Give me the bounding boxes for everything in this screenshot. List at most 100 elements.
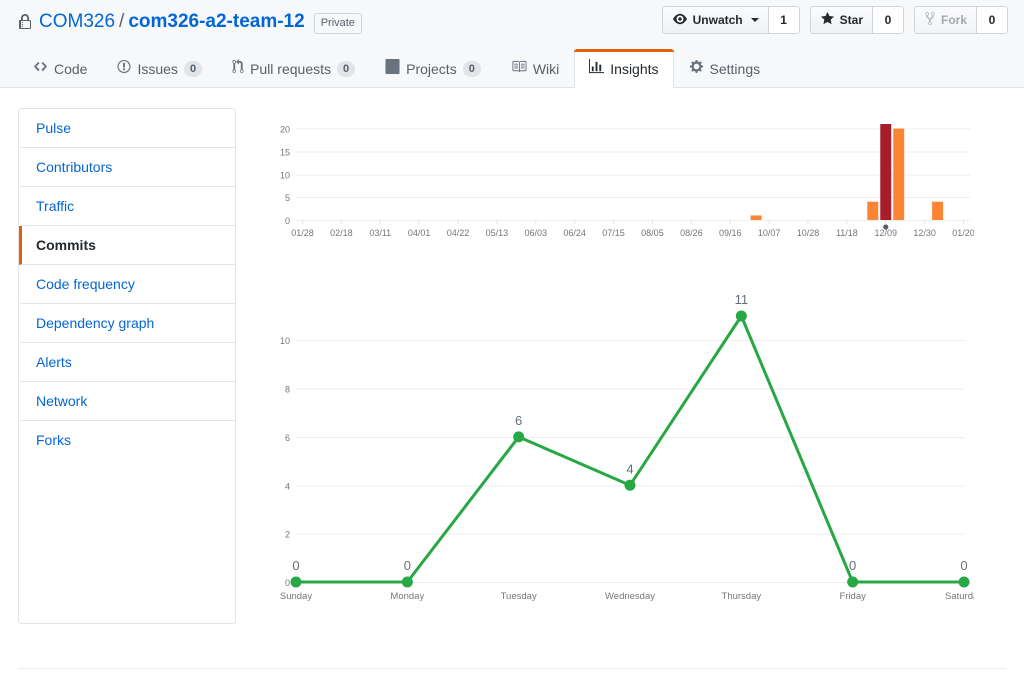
svg-text:04/01: 04/01 — [408, 228, 431, 238]
svg-text:08/05: 08/05 — [641, 228, 664, 238]
watch-button-group: Unwatch 1 — [662, 6, 800, 34]
pull-requests-count: 0 — [337, 61, 355, 77]
svg-text:0: 0 — [285, 578, 290, 588]
svg-text:02/18: 02/18 — [330, 228, 353, 238]
star-button[interactable]: Star — [810, 6, 873, 34]
svg-text:10: 10 — [280, 170, 290, 180]
fork-button-group: Fork 0 — [914, 6, 1008, 34]
commits-data-point[interactable] — [959, 577, 970, 588]
code-icon — [33, 59, 48, 78]
commits-per-week-svg[interactable]: 0510152001/2802/1803/1104/0104/2205/1306… — [264, 112, 974, 252]
tab-pull-requests-label: Pull requests — [250, 60, 331, 78]
footer-divider — [18, 668, 1006, 669]
tab-issues[interactable]: Issues 0 — [102, 49, 217, 88]
data-point-label: 0 — [404, 558, 411, 573]
unwatch-button[interactable]: Unwatch — [662, 6, 769, 34]
tab-code-label: Code — [54, 60, 87, 78]
svg-text:01/28: 01/28 — [291, 228, 314, 238]
data-point-label: 0 — [292, 558, 299, 573]
commits-data-point[interactable] — [291, 577, 302, 588]
svg-text:03/11: 03/11 — [369, 228, 391, 238]
commits-per-week-chart[interactable]: 0510152001/2802/1803/1104/0104/2205/1306… — [264, 112, 1006, 252]
repo-owner-link[interactable]: COM326 — [39, 10, 115, 34]
svg-text:4: 4 — [285, 481, 290, 491]
day-axis-label: Wednesday — [605, 591, 655, 602]
data-point-label: 0 — [960, 558, 967, 573]
commit-week-bar[interactable] — [893, 129, 904, 220]
svg-text:11/18: 11/18 — [836, 228, 858, 238]
commits-data-point[interactable] — [402, 577, 413, 588]
day-axis-label: Friday — [839, 591, 866, 602]
sidebar-item-contributors[interactable]: Contributors — [19, 148, 235, 187]
breadcrumb: COM326 / com326-a2-team-12 Private — [18, 10, 362, 34]
commit-week-bar[interactable] — [867, 202, 878, 220]
star-button-group: Star 0 — [810, 6, 904, 34]
day-axis-label: Sunday — [280, 591, 312, 602]
svg-text:15: 15 — [280, 147, 290, 157]
star-count[interactable]: 0 — [873, 6, 904, 34]
sidebar-item-commits[interactable]: Commits — [19, 226, 235, 265]
tab-projects-label: Projects — [406, 60, 457, 78]
svg-text:2: 2 — [285, 530, 290, 540]
svg-text:12/30: 12/30 — [913, 228, 936, 238]
fork-icon — [924, 11, 936, 29]
repo-name-link[interactable]: com326-a2-team-12 — [128, 10, 304, 34]
fork-button-label: Fork — [941, 13, 967, 27]
watcher-count[interactable]: 1 — [769, 6, 800, 34]
commits-data-point[interactable] — [736, 311, 747, 322]
star-button-label: Star — [840, 13, 863, 27]
commit-week-bar[interactable] — [751, 215, 762, 220]
svg-text:07/15: 07/15 — [602, 228, 625, 238]
svg-text:01/20: 01/20 — [952, 228, 974, 238]
fork-count[interactable]: 0 — [977, 6, 1008, 34]
sidebar-item-network[interactable]: Network — [19, 382, 235, 421]
repo-header: COM326 / com326-a2-team-12 Private Unwat… — [0, 0, 1024, 88]
commits-per-day-svg[interactable]: 024681000641100SundayMondayTuesdayWednes… — [264, 294, 974, 624]
commits-data-point[interactable] — [847, 577, 858, 588]
day-axis-label: Saturday — [945, 591, 974, 602]
lock-icon — [18, 14, 32, 30]
commits-data-point[interactable] — [625, 480, 636, 491]
day-axis-label: Monday — [390, 591, 424, 602]
svg-text:06/03: 06/03 — [525, 228, 548, 238]
tab-code[interactable]: Code — [18, 49, 102, 88]
tab-wiki[interactable]: Wiki — [496, 49, 574, 88]
svg-text:10/07: 10/07 — [758, 228, 781, 238]
fork-button[interactable]: Fork — [914, 6, 977, 34]
project-icon — [385, 59, 400, 78]
tab-pull-requests[interactable]: Pull requests 0 — [217, 49, 370, 88]
tab-settings[interactable]: Settings — [674, 49, 776, 88]
sidebar-item-dependency-graph[interactable]: Dependency graph — [19, 304, 235, 343]
data-point-label: 11 — [735, 294, 749, 307]
tab-insights-label: Insights — [610, 60, 658, 78]
commits-line — [296, 316, 964, 582]
data-point-label: 0 — [849, 558, 856, 573]
graph-icon — [589, 59, 604, 78]
sidebar-item-code-frequency[interactable]: Code frequency — [19, 265, 235, 304]
svg-text:09/16: 09/16 — [719, 228, 742, 238]
sidebar-item-forks[interactable]: Forks — [19, 421, 235, 459]
svg-text:5: 5 — [285, 193, 290, 203]
sidebar-item-alerts[interactable]: Alerts — [19, 343, 235, 382]
svg-text:12/09: 12/09 — [874, 228, 897, 238]
commits-per-day-chart[interactable]: 024681000641100SundayMondayTuesdayWednes… — [264, 294, 1006, 624]
insights-sidebar: Pulse Contributors Traffic Commits Code … — [18, 108, 236, 624]
book-icon — [511, 59, 527, 78]
commit-week-bar[interactable] — [880, 124, 891, 220]
commits-data-point[interactable] — [513, 431, 524, 442]
issues-count: 0 — [184, 61, 202, 77]
svg-text:06/24: 06/24 — [563, 228, 586, 238]
day-axis-label: Thursday — [722, 591, 762, 602]
data-point-label: 4 — [626, 461, 633, 476]
tab-projects[interactable]: Projects 0 — [370, 49, 496, 88]
sidebar-item-pulse[interactable]: Pulse — [19, 109, 235, 148]
commit-week-bar[interactable] — [932, 202, 943, 220]
svg-text:08/26: 08/26 — [680, 228, 703, 238]
svg-text:04/22: 04/22 — [447, 228, 470, 238]
chevron-down-icon — [751, 18, 759, 22]
issue-opened-icon — [117, 59, 131, 78]
unwatch-button-label: Unwatch — [693, 13, 743, 27]
repo-nav: Code Issues 0 Pull requests 0 Projects 0 — [18, 49, 775, 88]
sidebar-item-traffic[interactable]: Traffic — [19, 187, 235, 226]
tab-insights[interactable]: Insights — [574, 49, 673, 88]
